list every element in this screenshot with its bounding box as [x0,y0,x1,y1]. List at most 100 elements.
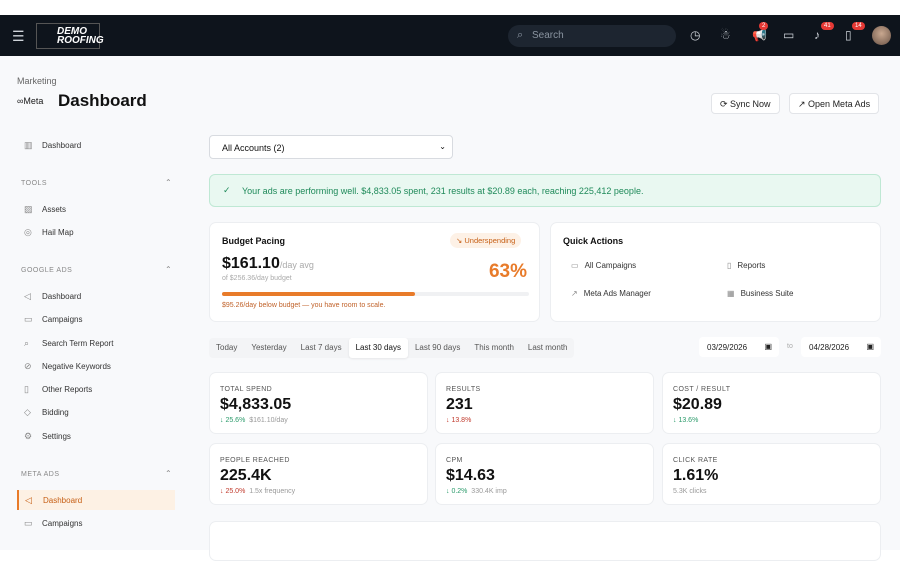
range-tab[interactable]: Last month [521,338,575,358]
sidebar-label: Settings [42,432,71,441]
bell-icon[interactable]: ♪ 41 [814,22,834,42]
kpi-value: $4,833.05 [220,396,292,413]
budget-note: $95.26/day below budget — you have room … [222,302,386,309]
range-tab[interactable]: This month [467,338,521,358]
file-icon: ▯ [727,261,732,270]
quick-all-campaigns[interactable]: ▭ All Campaigns [571,261,636,270]
sidebar-item-meta-dashboard[interactable]: ◁ Dashboard [17,490,175,510]
sidebar-item-other-reports[interactable]: ▯ Other Reports [24,384,92,395]
calendar-icon[interactable]: ▣ [764,342,772,351]
sidebar-item-google-campaigns[interactable]: ▭ Campaigns [24,314,82,325]
sidebar-label: Campaigns [42,315,83,324]
menu-icon[interactable]: ☰ [12,28,25,45]
range-tab[interactable]: Today [209,338,244,358]
section-meta-ads: META ADS [21,471,60,478]
users-icon[interactable]: ☃ [720,28,731,42]
sidebar-item-meta-campaigns[interactable]: ▭ Campaigns [24,518,82,529]
range-tab[interactable]: Last 30 days [348,338,408,358]
range-tab[interactable]: Last 7 days [294,338,349,358]
underspending-badge: ↘ Underspending [450,233,522,248]
bell-badge: 41 [821,22,834,30]
kpi-change: ↓ 13.8% [446,417,472,424]
date-to-input[interactable]: 04/28/2026 ▣ [801,337,881,357]
check-circle-icon: ✓ [223,185,231,195]
dashboard-icon: ▥ [24,140,33,150]
briefcase-icon: ▭ [24,518,33,528]
megaphone-badge: 2 [759,22,769,30]
kpi-change: ↓ 0.2% [446,488,468,495]
megaphone-icon: ◁ [24,291,31,301]
kpi-label: CLICK RATE [673,457,718,464]
kpi-change: ↓ 13.6% [673,417,699,424]
megaphone-icon[interactable]: 📢 2 [752,22,769,42]
kpi-card: CPM $14.63 ↓ 0.2% 330.4K imp [435,443,654,505]
briefcase-icon: ▭ [571,261,579,270]
search-input[interactable]: ⌕ Search [508,25,676,47]
kpi-label: RESULTS [446,386,481,393]
budget-unit: /day avg [279,260,314,270]
sidebar-label: Dashboard [43,495,83,505]
budget-of: of $256.36/day budget [222,275,292,282]
quick-business-suite[interactable]: ▦ Business Suite [727,289,793,298]
range-tab[interactable]: Yesterday [244,338,293,358]
sync-now-button[interactable]: ⟳ Sync Now [711,93,780,114]
chevron-down-icon: ⌄ [439,142,446,151]
clipboard-badge: 14 [852,22,865,30]
quick-label: Meta Ads Manager [583,289,651,298]
kpi-card: TOTAL SPEND $4,833.05 ↓ 25.6% $161.10/day [209,372,428,434]
megaphone-icon: ◁ [25,494,32,505]
sidebar-item-google-dashboard[interactable]: ◁ Dashboard [24,291,81,302]
gear-icon: ⚙ [24,431,33,441]
range-tab[interactable]: Last 90 days [408,338,467,358]
quick-actions-title: Quick Actions [563,236,624,246]
avatar[interactable] [872,26,891,45]
sidebar-item-bidding[interactable]: ◇ Bidding [24,407,69,418]
search-icon: ⌕ [517,29,524,41]
calendar-icon[interactable]: ▣ [866,342,874,351]
kpi-card: PEOPLE REACHED 225.4K ↓ 25.0% 1.5x frequen… [209,443,428,505]
kpi-label: PEOPLE REACHED [220,457,290,464]
sidebar-item-search-term-report[interactable]: ⌕ Search Term Report [24,338,113,349]
sidebar-item-negative-keywords[interactable]: ⊘ Negative Keywords [24,361,111,372]
file-icon: ▯ [24,384,29,394]
quick-reports[interactable]: ▯ Reports [727,261,765,270]
kpi-label: TOTAL SPEND [220,386,273,393]
kpi-change: ↓ 25.0% [220,488,246,495]
quick-label: All Campaigns [584,261,637,270]
chat-icon[interactable]: ▭ [783,28,794,42]
budget-amount: $161.10 [222,255,280,272]
briefcase-icon: ▭ [24,314,33,324]
chevron-up-icon[interactable]: ⌃ [165,178,172,187]
quick-meta-ads-manager[interactable]: ↗ Meta Ads Manager [571,289,651,298]
kpi-value: $20.89 [673,396,722,413]
date-from-input[interactable]: 03/29/2026 ▣ [699,337,779,357]
ban-icon: ⊘ [24,361,32,371]
open-meta-ads-button[interactable]: ↗ Open Meta Ads [789,93,880,114]
budget-pacing-card: Budget Pacing ↘ Underspending $161.10/da… [209,222,540,322]
kpi-value: 231 [446,396,473,413]
sidebar-label: Negative Keywords [42,362,111,371]
external-link-icon: ↗ [798,99,809,109]
sidebar-label: Search Term Report [42,339,114,348]
account-select[interactable]: All Accounts (2) ⌄ [209,135,453,159]
budget-progress-fill [222,292,416,296]
clock-icon[interactable]: ◷ [690,28,700,42]
chevron-up-icon[interactable]: ⌃ [165,469,172,478]
logo[interactable]: DEMO ROOFING [36,23,104,49]
kpi-value: 1.61% [673,467,719,484]
kpi-card: RESULTS 231 ↓ 13.8% [435,372,654,434]
sidebar-item-assets[interactable]: ▨ Assets [24,204,66,215]
search-icon: ⌕ [24,338,30,348]
chevron-up-icon[interactable]: ⌃ [165,265,172,274]
sidebar-item-settings[interactable]: ⚙ Settings [24,431,71,442]
quick-label: Reports [737,261,766,270]
date-to-value: 04/28/2026 [809,343,850,352]
sidebar-item-dashboard[interactable]: ▥ Dashboard [24,140,81,151]
sidebar-item-hail-map[interactable]: ◎ Hail Map [24,227,74,238]
quick-label: Business Suite [740,289,794,298]
clipboard-icon[interactable]: ▯ 14 [845,22,865,42]
open-meta-label: Open Meta Ads [808,99,871,109]
date-from-value: 03/29/2026 [707,343,748,352]
external-link-icon: ↗ [571,289,578,298]
sidebar-label: Other Reports [42,385,93,394]
